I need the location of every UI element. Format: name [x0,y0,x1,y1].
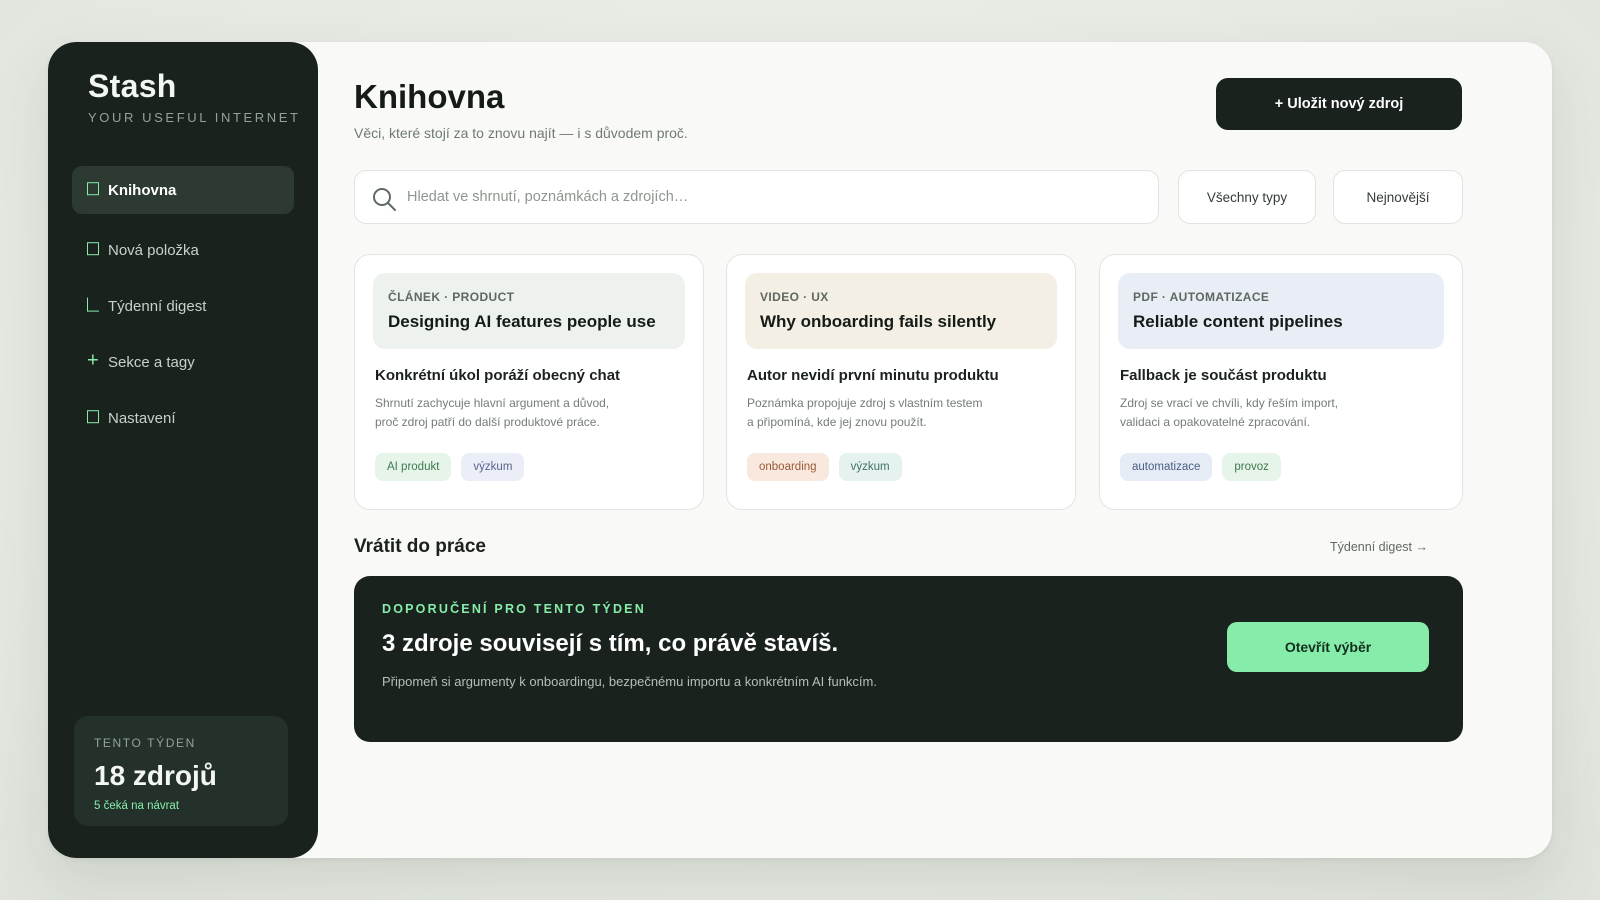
card-header: PDF · AUTOMATIZACE Reliable content pipe… [1118,273,1444,349]
tag-vyzkum[interactable]: výzkum [461,453,525,481]
sidebar-item-sekce-a-tagy[interactable]: + Sekce a tagy [72,338,294,386]
sidebar-item-nastaveni[interactable]: Nastavení [72,394,294,442]
sidebar-item-label: Nová položka [108,241,199,259]
card-kicker: PDF · AUTOMATIZACE [1133,290,1270,304]
sidebar-item-label: Knihovna [108,181,177,199]
main-content: Knihovna Věci, které stojí za to znovu n… [354,42,1552,858]
card-header: ČLÁNEK · PRODUCT Designing AI features p… [373,273,685,349]
sidebar-item-label: Týdenní digest [108,297,207,315]
sidebar-item-nova-polozka[interactable]: Nová položka [72,226,294,274]
section-title: Vrátit do práce [354,536,486,557]
resource-card[interactable]: ČLÁNEK · PRODUCT Designing AI features p… [354,254,704,510]
card-body: Shrnutí zachycuje hlavní argument a důvo… [375,394,625,432]
app-window: Stash YOUR USEFUL INTERNET Knihovna Nová… [48,42,1552,858]
card-tags: automatizace provoz [1120,453,1281,481]
weekly-digest-link[interactable]: Týdenní digest → [1330,540,1428,554]
weekly-stats-label: TENTO TÝDEN [94,736,196,750]
card-body-line: Zdroj se vrací ve chvíli, kdy řeším impo… [1120,396,1339,410]
search-input[interactable] [407,189,1158,205]
sort-dropdown[interactable]: Nejnovější [1333,170,1463,224]
card-heading: Autor nevidí první minutu produktu [747,367,999,384]
plus-icon: + [87,349,99,372]
card-title: Designing AI features people use [388,312,656,331]
weekly-stats-pending: 5 čeká na návrat [94,800,180,812]
tag-automatizace[interactable]: automatizace [1120,453,1213,481]
card-body-line: proč zdroj patří do další produktové prá… [375,415,600,429]
card-body-line: Poznámka propojuje zdroj s vlastním test… [747,396,983,410]
recommendation-banner: DOPORUČENÍ PRO TENTO TÝDEN 3 zdroje souv… [354,576,1463,742]
open-selection-button[interactable]: Otevřít výběr [1227,622,1429,672]
tag-ai-produkt[interactable]: AI produkt [375,453,452,481]
card-body: Poznámka propojuje zdroj s vlastním test… [747,394,997,432]
card-title: Why onboarding fails silently [760,312,997,331]
resource-card[interactable]: VIDEO · UX Why onboarding fails silently… [726,254,1076,510]
card-header: VIDEO · UX Why onboarding fails silently [745,273,1057,349]
square-icon [87,182,99,196]
card-body-line: Shrnutí zachycuje hlavní argument a důvo… [375,396,610,410]
save-new-source-button[interactable]: + Uložit nový zdroj [1216,78,1462,130]
page-subtitle: Věci, které stojí za to znovu najít — i … [354,125,688,141]
app-brand: Stash [88,68,177,104]
type-filter-dropdown[interactable]: Všechny typy [1178,170,1316,224]
card-body-line: a připomíná, kde jej znovu použít. [747,415,927,429]
sidebar-item-tydenni-digest[interactable]: Týdenní digest [72,282,294,330]
sidebar-item-label: Sekce a tagy [108,353,195,371]
weekly-stats-card: TENTO TÝDEN 18 zdrojů 5 čeká na návrat [74,716,288,826]
tag-onboarding[interactable]: onboarding [747,453,829,481]
card-kicker: VIDEO · UX [760,290,829,304]
card-body: Zdroj se vrací ve chvíli, kdy řeším impo… [1120,394,1370,432]
corner-icon [87,297,99,312]
banner-kicker: DOPORUČENÍ PRO TENTO TÝDEN [382,602,646,616]
card-heading: Konkrétní úkol poráží obecný chat [375,367,621,384]
sidebar-item-knihovna[interactable]: Knihovna [72,166,294,214]
square-icon [87,410,99,424]
tag-vyzkum[interactable]: výzkum [838,453,902,481]
sidebar-item-label: Nastavení [108,409,176,427]
card-body-line: validaci a opakovatelné zpracování. [1120,415,1311,429]
weekly-stats-count: 18 zdrojů [94,760,217,791]
search-bar [354,170,1159,224]
resource-card[interactable]: PDF · AUTOMATIZACE Reliable content pipe… [1099,254,1463,510]
sidebar-nav: Knihovna Nová položka Týdenní digest + S… [72,166,294,450]
card-kicker: ČLÁNEK · PRODUCT [388,290,515,304]
card-tags: onboarding výzkum [747,453,902,481]
sidebar: Stash YOUR USEFUL INTERNET Knihovna Nová… [48,42,318,858]
card-tags: AI produkt výzkum [375,453,525,481]
square-icon [87,242,99,256]
card-heading: Fallback je součást produktu [1120,367,1327,384]
tag-provoz[interactable]: provoz [1222,453,1281,481]
page-title: Knihovna [354,78,505,115]
app-tagline: YOUR USEFUL INTERNET [88,110,301,125]
banner-subtitle: Připomeň si argumenty k onboardingu, bez… [382,674,877,689]
card-title: Reliable content pipelines [1133,312,1343,331]
search-icon [373,188,396,211]
